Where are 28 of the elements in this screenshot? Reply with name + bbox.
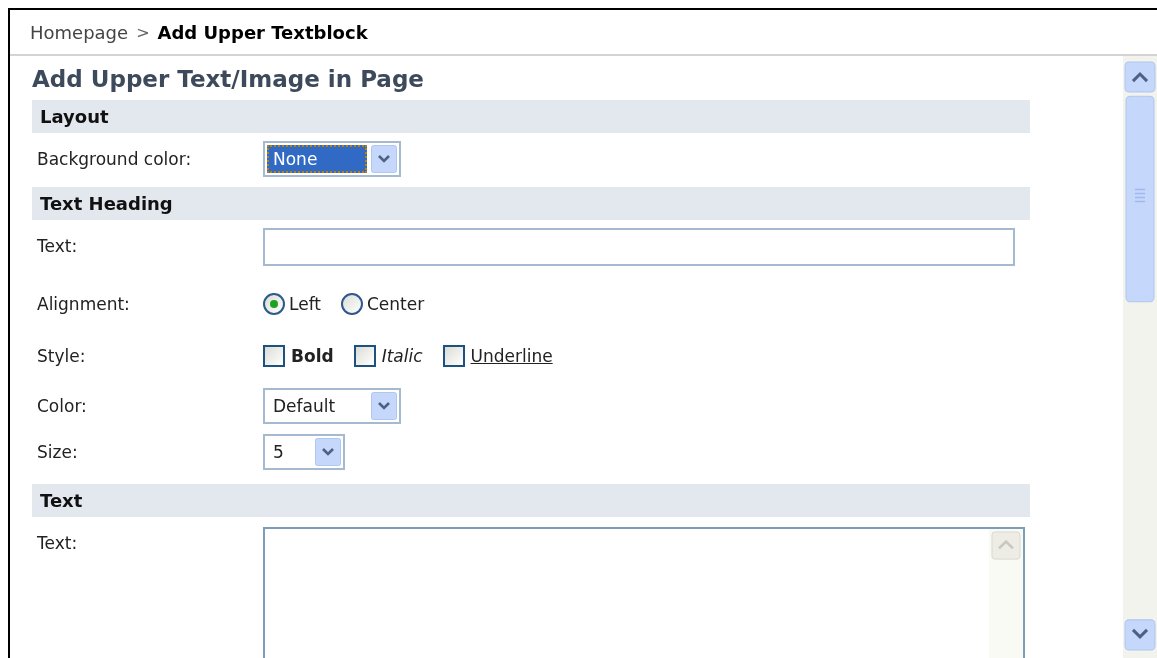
chevron-down-icon [315, 438, 341, 466]
dropdown[interactable]: Default [263, 388, 401, 424]
page-title: Add Upper Text/Image in Page [32, 66, 425, 92]
checkbox-option[interactable]: Italic [353, 345, 423, 367]
breadcrumb-current: Add Upper Textblock [157, 21, 368, 43]
radio-option[interactable]: Center [341, 293, 425, 315]
checkbox-option[interactable]: Bold [263, 345, 334, 367]
scrollbar[interactable] [1123, 56, 1157, 658]
breadcrumb-link[interactable]: Homepage [30, 21, 129, 43]
field-label: Size: [36, 441, 79, 464]
field-label: Alignment: [36, 293, 131, 316]
field-label: Color: [36, 395, 88, 418]
chevron-down-icon [371, 392, 397, 420]
section-heading: Text [32, 484, 1030, 517]
field-label: Text: [36, 235, 79, 258]
breadcrumb-separator: > [136, 22, 150, 42]
section-heading: Text Heading [32, 187, 1030, 220]
field-label: Text: [36, 532, 79, 555]
field-label: Style: [36, 345, 87, 368]
field-label: Background color: [36, 148, 193, 171]
dropdown[interactable]: 5 [263, 434, 345, 470]
text-area[interactable] [263, 527, 1025, 658]
text-input[interactable] [263, 228, 1015, 266]
dropdown[interactable]: None [263, 141, 401, 177]
chevron-down-icon [371, 145, 397, 173]
section-heading: Layout [32, 100, 1030, 133]
checkbox-option[interactable]: Underline [442, 345, 553, 367]
radio-option[interactable]: Left [263, 293, 321, 315]
